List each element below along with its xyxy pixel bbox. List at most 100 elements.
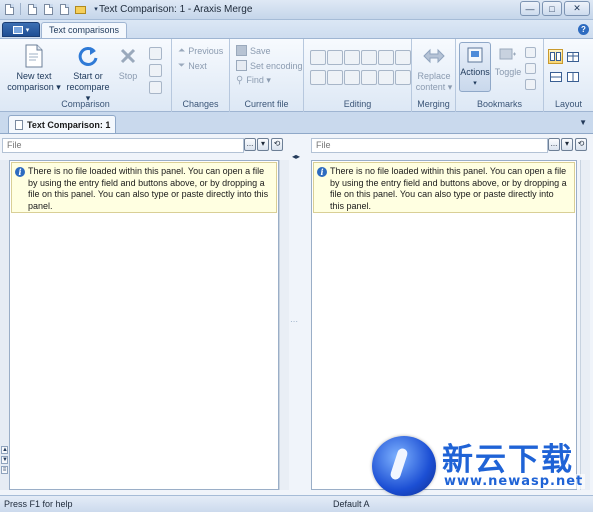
- edit-icon-1[interactable]: [310, 70, 326, 85]
- encoding-icon: [236, 60, 247, 71]
- left-pane: ... ▾ ⟲ ▲ ▼ ≡ i There is no file loaded …: [0, 137, 289, 493]
- group-layout: Layout: [544, 39, 593, 112]
- toggle-label: Toggle: [494, 67, 522, 77]
- sync-scroll-icon[interactable]: ◂▸: [292, 152, 300, 161]
- tab-list-dropdown-icon[interactable]: ▼: [579, 118, 587, 127]
- quick-access-toolbar: ▾: [2, 2, 103, 16]
- next-change-button[interactable]: ⏷ Next: [178, 59, 207, 72]
- bookmark-prev-icon[interactable]: [525, 63, 536, 74]
- previous-change-button[interactable]: ⏶ Previous: [178, 44, 223, 57]
- start-or-recompare-button[interactable]: Start or recompare ▾: [64, 44, 112, 104]
- three-pane-icon: [566, 51, 579, 62]
- group-changes: ⏶ Previous ⏷ Next Changes: [172, 39, 230, 112]
- stop-icon: [116, 44, 140, 68]
- right-history-dropdown[interactable]: ▾: [561, 138, 573, 151]
- new-document-alt-icon[interactable]: [41, 2, 55, 16]
- right-file-bar: [311, 137, 548, 153]
- toggle-bookmark-icon: [496, 44, 520, 64]
- ribbon-tab-row: ▾ Text comparisons ?: [0, 20, 593, 39]
- left-text-panel[interactable]: i There is no file loaded within this pa…: [9, 160, 279, 490]
- application-menu-button[interactable]: ▾: [2, 22, 40, 37]
- left-file-input[interactable]: [2, 137, 244, 153]
- new-document-icon[interactable]: [25, 2, 39, 16]
- close-button[interactable]: ✕: [564, 1, 590, 16]
- cut-icon[interactable]: [327, 50, 343, 65]
- three-way-layout-button[interactable]: [565, 49, 580, 64]
- right-reload-icon[interactable]: ⟲: [575, 138, 587, 151]
- splitter-grip[interactable]: ⋯: [290, 317, 298, 326]
- tab-text-comparisons[interactable]: Text comparisons: [41, 22, 128, 39]
- columns-icon: [566, 71, 579, 82]
- vertical-layout-button[interactable]: [565, 69, 580, 84]
- left-file-bar: [2, 137, 244, 153]
- outdent-icon[interactable]: [395, 70, 411, 85]
- select-icon[interactable]: [395, 50, 411, 65]
- side-by-side-icon: [550, 52, 561, 61]
- chevron-down-icon: ▾: [473, 80, 477, 87]
- left-reload-icon[interactable]: ⟲: [271, 138, 283, 151]
- app-menu-icon: [12, 25, 23, 34]
- margin-marker-icon[interactable]: ≡: [1, 466, 8, 474]
- right-browse-button[interactable]: ...: [548, 138, 560, 151]
- chevron-down-icon: ▾: [25, 26, 30, 34]
- right-file-input[interactable]: [311, 137, 548, 153]
- find-button[interactable]: ⚲ Find ▾: [236, 74, 271, 87]
- left-scrollbar[interactable]: [279, 160, 289, 490]
- replace-content-button[interactable]: Replace content ▾: [414, 44, 454, 93]
- right-info-message: i There is no file loaded within this pa…: [313, 162, 575, 213]
- set-encoding-button[interactable]: Set encoding: [236, 59, 303, 72]
- undo-icon[interactable]: [361, 50, 377, 65]
- toggle-bookmark-button[interactable]: Toggle: [493, 44, 523, 78]
- watermark-logo-icon: [372, 436, 436, 496]
- indent-icon[interactable]: [378, 70, 394, 85]
- maximize-button[interactable]: □: [542, 1, 562, 16]
- replace-arrows-icon: [422, 44, 446, 68]
- doc-tab-label: Text Comparison: 1: [27, 119, 111, 130]
- new-text-comparison-button[interactable]: New text comparison ▾: [6, 44, 62, 93]
- find-label: Find ▾: [246, 75, 271, 85]
- bookmark-next-icon[interactable]: [525, 79, 536, 90]
- left-info-message: i There is no file loaded within this pa…: [11, 162, 277, 213]
- group-label-editing: Editing: [343, 99, 372, 109]
- group-label-bookmarks: Bookmarks: [476, 99, 522, 109]
- right-info-text: There is no file loaded within this pane…: [330, 166, 567, 211]
- stop-button[interactable]: Stop: [114, 44, 142, 82]
- help-icon[interactable]: ?: [578, 24, 589, 35]
- horizontal-layout-button[interactable]: [548, 69, 563, 84]
- margin-marker-icon[interactable]: ▼: [1, 456, 8, 464]
- open-folder-icon[interactable]: [73, 2, 87, 16]
- comparison-options-icon[interactable]: [149, 81, 162, 94]
- document-icon: [15, 119, 23, 130]
- previous-label: Previous: [188, 45, 224, 56]
- comparison-small-icon-2[interactable]: [149, 64, 162, 77]
- margin-marker-icon[interactable]: ▲: [1, 446, 8, 454]
- paste-icon[interactable]: [310, 50, 326, 65]
- group-label-changes: Changes: [182, 99, 219, 109]
- document-icon[interactable]: [57, 2, 71, 16]
- edit-icon-2[interactable]: [327, 70, 343, 85]
- comparison-small-icon-1[interactable]: [149, 47, 162, 60]
- bookmark-edit-icon[interactable]: [525, 47, 536, 58]
- edit-icon-3[interactable]: [344, 70, 360, 85]
- left-browse-button[interactable]: ...: [244, 138, 256, 151]
- copy-icon[interactable]: [344, 50, 360, 65]
- title-bar: ▾ Text Comparison: 1 - Araxis Merge — □ …: [0, 0, 593, 20]
- new-document-icon: [22, 44, 46, 68]
- left-info-text: There is no file loaded within this pane…: [28, 166, 269, 211]
- ribbon: New text comparison ▾ Start or recompare…: [0, 38, 593, 112]
- group-comparison: New text comparison ▾ Start or recompare…: [0, 39, 172, 112]
- actions-button[interactable]: Actions ▾: [459, 42, 491, 92]
- replace-content-label: Replace content ▾: [415, 71, 453, 92]
- edit-icon-4[interactable]: [361, 70, 377, 85]
- group-editing: Editing: [304, 39, 412, 112]
- redo-icon[interactable]: [378, 50, 394, 65]
- left-margin: ▲ ▼ ≡: [0, 160, 9, 490]
- document-tab-strip: Text Comparison: 1 ▼: [0, 112, 593, 133]
- save-button[interactable]: Save: [236, 44, 271, 57]
- tab-text-comparison-1[interactable]: Text Comparison: 1: [8, 115, 116, 133]
- two-way-layout-button[interactable]: [548, 49, 563, 64]
- minimize-button[interactable]: —: [520, 1, 540, 16]
- new-text-comparison-label: New text comparison ▾: [7, 71, 61, 92]
- group-label-comparison: Comparison: [61, 99, 110, 109]
- left-history-dropdown[interactable]: ▾: [257, 138, 269, 151]
